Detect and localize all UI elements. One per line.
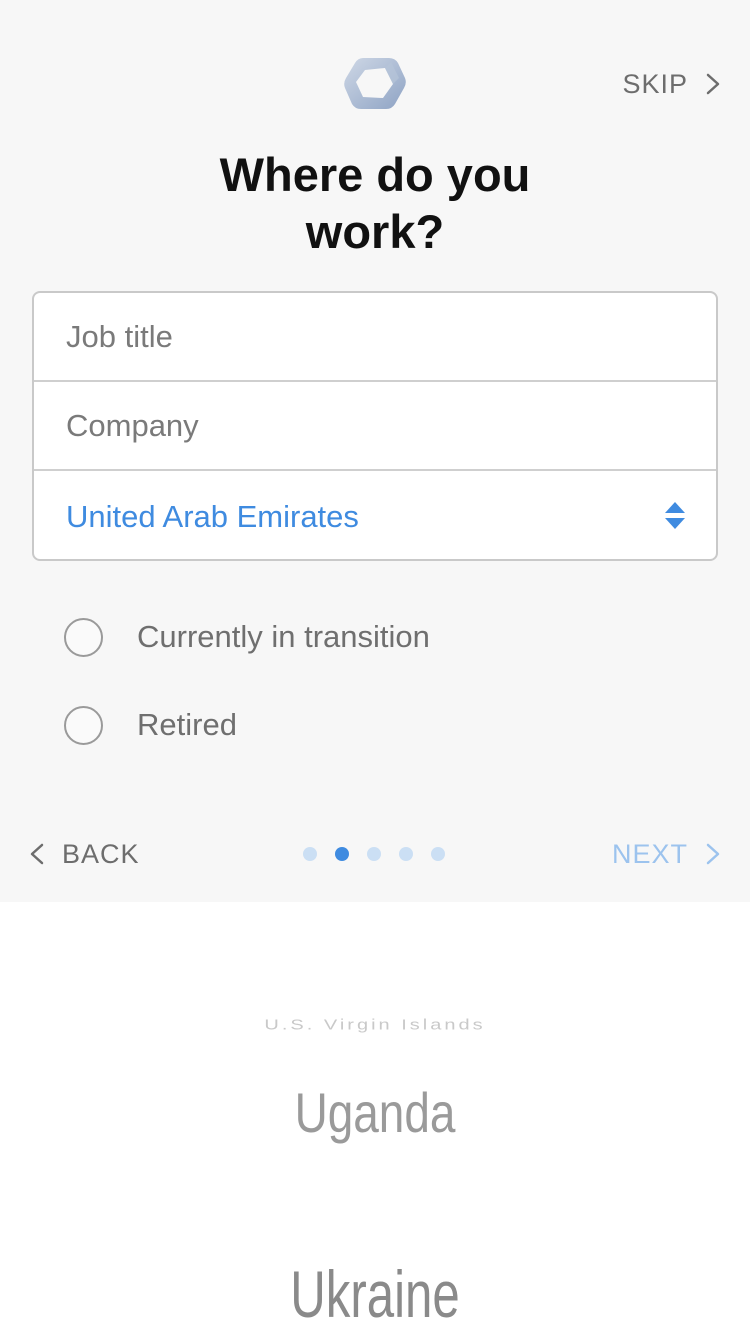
job-title-field[interactable] xyxy=(34,293,716,382)
country-select[interactable]: United Arab Emirates xyxy=(34,472,716,559)
chevron-right-icon xyxy=(706,73,720,95)
page-dot xyxy=(303,847,317,861)
chevron-right-icon xyxy=(706,843,720,865)
app-logo-icon xyxy=(344,58,406,109)
page-title-line2: work? xyxy=(305,205,445,258)
next-label: NEXT xyxy=(611,838,688,869)
radio-button[interactable] xyxy=(64,705,103,745)
page-dot xyxy=(399,847,413,861)
radio-button[interactable] xyxy=(64,617,103,657)
country-picker[interactable]: U.S. Virgin Islands Uganda Ukraine xyxy=(0,902,750,1334)
option-label: Retired xyxy=(137,707,237,742)
onboarding-panel: SKIP Where do you work? United Arab Emir… xyxy=(0,0,750,902)
page-dot xyxy=(431,847,445,861)
chevron-left-icon xyxy=(30,843,44,865)
company-input[interactable] xyxy=(66,407,666,444)
next-button[interactable]: NEXT xyxy=(612,836,720,872)
company-field[interactable] xyxy=(34,382,716,471)
back-label: BACK xyxy=(62,838,140,869)
picker-item[interactable]: Uganda xyxy=(68,1080,683,1145)
option-retired[interactable]: Retired xyxy=(64,705,237,745)
picker-item[interactable]: U.S. Virgin Islands xyxy=(0,1017,750,1034)
up-down-stepper-icon xyxy=(665,502,685,529)
option-currently-in-transition[interactable]: Currently in transition xyxy=(64,617,430,657)
option-label: Currently in transition xyxy=(137,619,430,654)
page-dot xyxy=(367,847,381,861)
page-dot-active xyxy=(335,847,349,861)
work-form: United Arab Emirates xyxy=(32,291,718,561)
back-button[interactable]: BACK xyxy=(30,836,140,872)
skip-label: SKIP xyxy=(622,68,688,99)
country-value: United Arab Emirates xyxy=(66,498,359,534)
skip-button[interactable]: SKIP xyxy=(622,66,720,102)
job-title-input[interactable] xyxy=(66,318,666,355)
page-indicator xyxy=(303,846,445,862)
page-title-line1: Where do you xyxy=(219,148,531,201)
picker-item[interactable]: Ukraine xyxy=(68,1257,683,1333)
page-title: Where do you work? xyxy=(0,146,750,260)
